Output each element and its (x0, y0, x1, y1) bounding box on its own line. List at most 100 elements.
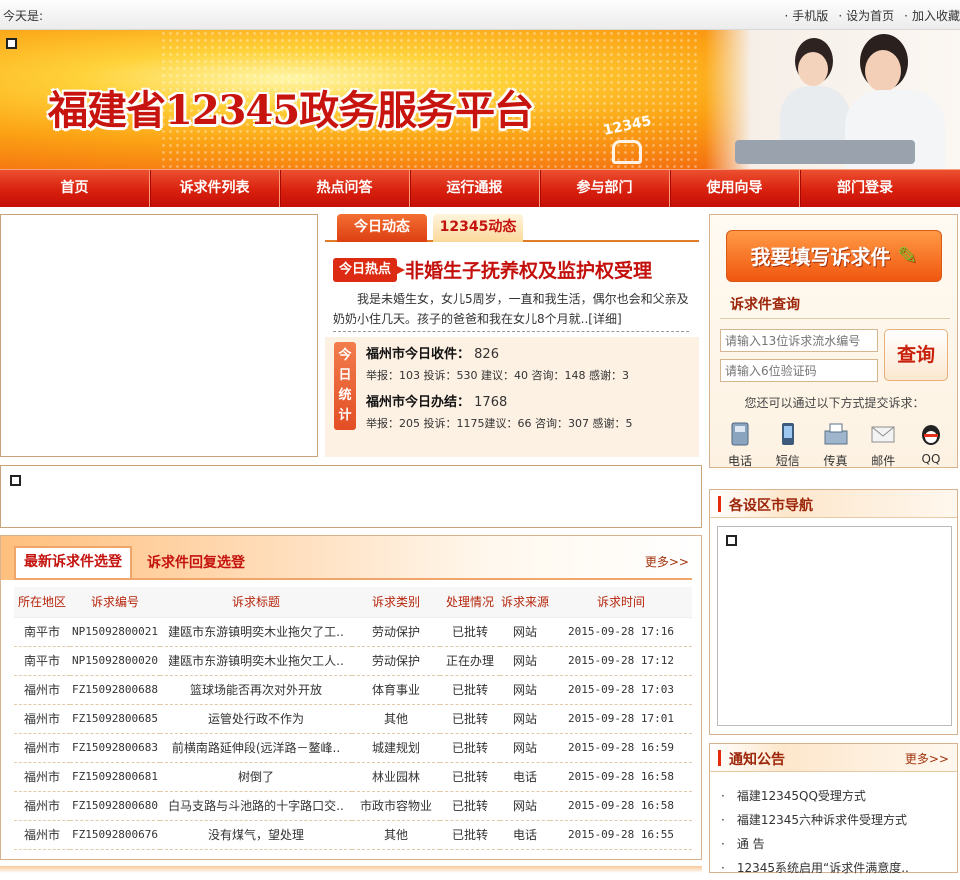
table-cell: FZ15092800688 (70, 675, 160, 705)
col-source: 诉求来源 (500, 587, 550, 618)
district-nav-bar: 各设区市导航 (710, 490, 957, 518)
verify-code-input[interactable] (720, 359, 878, 382)
table-cell: 网站 (500, 733, 550, 763)
serial-number-input[interactable] (720, 329, 878, 352)
appeal-more-link[interactable]: 更多>> (645, 553, 689, 570)
table-row[interactable]: 福州市 FZ15092800685 运管处行政不作为 其他 已批转 网站 2015-09-2… (14, 704, 692, 734)
district-nav: 各设区市导航 (709, 489, 958, 735)
way-qq[interactable]: QQ (909, 420, 953, 469)
fill-appeal-label: 我要填写诉求件 (750, 245, 891, 269)
hot-title[interactable]: 非婚生子抚养权及监护权受理 (405, 256, 652, 283)
table-row[interactable]: 南平市 NP15092800020 建瓯市东游镇明奕木业拖欠工人.. 劳动保护 正在办理… (14, 646, 692, 676)
way-phone-label: 电话 (727, 454, 752, 468)
mobile-version-link[interactable]: 手机版 (784, 7, 828, 24)
tab-appeal-replies[interactable]: 诉求件回复选登 (147, 552, 245, 572)
divider (14, 578, 692, 580)
notice-more-link[interactable]: 更多>> (905, 750, 949, 767)
fill-appeal-button[interactable]: 我要填写诉求件 ✎ (726, 230, 942, 282)
table-cell: 网站 (500, 675, 550, 705)
main-nav: 首页 诉求件列表 热点问答 运行通报 参与部门 使用向导 部门登录 (0, 169, 960, 207)
table-cell[interactable]: 前横南路延伸段(远洋路－鳌峰.. (160, 733, 352, 763)
way-fax[interactable]: 传真 (814, 420, 858, 469)
tab-today-news[interactable]: 今日动态 (337, 214, 427, 242)
table-cell: 市政市容物业 (352, 791, 440, 821)
nav-guide[interactable]: 使用向导 (670, 170, 800, 207)
received-row: 福州市今日收件： 826 (366, 343, 499, 362)
nav-departments[interactable]: 参与部门 (540, 170, 670, 207)
table-cell[interactable]: 白马支路与斗池路的十字路口交.. (160, 791, 352, 821)
table-cell: 2015-09-28 16:59 (550, 733, 692, 763)
table-cell: 已批转 (440, 791, 500, 821)
top-bar: 今天是: 手机版 设为首页 加入收藏 (0, 0, 960, 30)
notice-item[interactable]: 福建12345QQ受理方式 (721, 784, 909, 808)
notice-title: 通知公告 (729, 752, 785, 768)
received-total: 826 (474, 347, 499, 362)
notice-panel: 通知公告更多>> 福建12345QQ受理方式 福建12345六种诉求件受理方式 … (709, 743, 958, 875)
divider (333, 331, 689, 332)
appeal-table: 所在地区 诉求编号 诉求标题 诉求类别 处理情况 诉求来源 诉求时间 南平市 NP… (14, 587, 692, 850)
table-cell[interactable]: 建瓯市东游镇明奕木业拖欠工人.. (160, 646, 352, 676)
table-body: 南平市 NP15092800021 建瓯市东游镇明奕木业拖欠了工.. 劳动保护 已批转网… (14, 617, 692, 850)
table-cell: 网站 (500, 646, 550, 676)
table-row[interactable]: 福州市 FZ15092800680 白马支路与斗池路的十字路口交.. 市政市容物业 已批… (14, 791, 692, 821)
table-row[interactable]: 南平市 NP15092800021 建瓯市东游镇明奕木业拖欠了工.. 劳动保护 已批转网… (14, 617, 692, 647)
way-qq-label: QQ (921, 452, 941, 466)
way-email[interactable]: 邮件 (861, 420, 905, 469)
notice-item[interactable]: 福建12345六种诉求件受理方式 (721, 808, 909, 832)
nav-dept-login[interactable]: 部门登录 (800, 170, 930, 207)
tab-12345-news[interactable]: 12345动态 (433, 214, 523, 242)
pencil-icon: ✎ (897, 242, 918, 270)
nav-appeal-list[interactable]: 诉求件列表 (150, 170, 280, 207)
notice-item[interactable]: 通 告 (721, 832, 909, 856)
nav-home[interactable]: 首页 (0, 170, 150, 207)
broken-image-icon (6, 38, 17, 49)
col-status: 处理情况 (440, 587, 500, 618)
appeal-sidebar: 我要填写诉求件 ✎ 诉求件查询 查询 您还可以通过以下方式提交诉求： 电话 短信… (709, 214, 958, 468)
table-cell: 南平市 (14, 617, 70, 647)
tab-latest-appeals[interactable]: 最新诉求件选登 (14, 546, 132, 578)
table-row[interactable]: 福州市 FZ15092800681 树倒了 林业园林 已批转 电话 2015-09-28 1… (14, 762, 692, 792)
stats-label-text: 今日统计 (338, 348, 352, 423)
table-cell: 正在办理 (440, 646, 500, 676)
table-cell[interactable]: 运管处行政不作为 (160, 704, 352, 734)
received-details: 举报：103 投诉：530 建议：40 咨询：148 感谢：3 (366, 369, 629, 382)
title-marker (718, 750, 721, 766)
hot-detail-link[interactable]: [详细] (588, 312, 621, 326)
table-cell: 2015-09-28 16:58 (550, 791, 692, 821)
table-row[interactable]: 福州市 FZ15092800683 前横南路延伸段(远洋路－鳌峰.. 城建规划 已批转网… (14, 733, 692, 763)
set-homepage-link[interactable]: 设为首页 (838, 7, 894, 24)
mobile-icon (773, 420, 803, 448)
divider (720, 318, 950, 319)
table-cell: 2015-09-28 17:12 (550, 646, 692, 676)
today-label: 今天是: (3, 9, 44, 23)
top-links: 手机版 设为首页 加入收藏 (774, 7, 960, 24)
hot-summary: 我是未婚生女，女儿5周岁，一直和我生活，偶尔也会和父亲及奶奶小住几天。孩子的爸爸… (333, 289, 691, 329)
table-cell[interactable]: 篮球场能否再次对外开放 (160, 675, 352, 705)
table-cell: NP15092800020 (70, 646, 160, 676)
nav-hot-qa[interactable]: 热点问答 (280, 170, 410, 207)
nav-report[interactable]: 运行通报 (410, 170, 540, 207)
table-cell[interactable]: 建瓯市东游镇明奕木业拖欠了工.. (160, 617, 352, 647)
finished-row: 福州市今日办结： 1768 (366, 391, 507, 410)
table-cell: 电话 (500, 762, 550, 792)
operators-photo (705, 30, 960, 169)
table-row[interactable]: 福州市 FZ15092800676 没有煤气，望处理 其他 已批转 电话 2015-09-2… (14, 820, 692, 850)
email-icon (868, 420, 898, 448)
notice-item[interactable]: 12345系统启用“诉求件满意度.. (721, 856, 909, 880)
table-cell: 南平市 (14, 646, 70, 676)
add-favorite-link[interactable]: 加入收藏 (904, 7, 960, 24)
table-row[interactable]: 福州市 FZ15092800688 篮球场能否再次对外开放 体育事业 已批转 网站 2015… (14, 675, 692, 705)
site-title: 福建省12345政务服务平台 (48, 87, 534, 134)
table-cell[interactable]: 树倒了 (160, 762, 352, 792)
table-cell: 2015-09-28 16:55 (550, 820, 692, 850)
table-cell: 福州市 (14, 733, 70, 763)
table-cell[interactable]: 没有煤气，望处理 (160, 820, 352, 850)
submit-ways: 电话 短信 传真 邮件 QQ (718, 420, 953, 469)
table-cell: 网站 (500, 617, 550, 647)
table-cell: FZ15092800676 (70, 820, 160, 850)
way-sms[interactable]: 短信 (766, 420, 810, 469)
way-email-label: 邮件 (871, 454, 896, 468)
query-button[interactable]: 查询 (884, 329, 948, 381)
way-phone[interactable]: 电话 (718, 420, 762, 469)
table-cell: 2015-09-28 16:58 (550, 762, 692, 792)
